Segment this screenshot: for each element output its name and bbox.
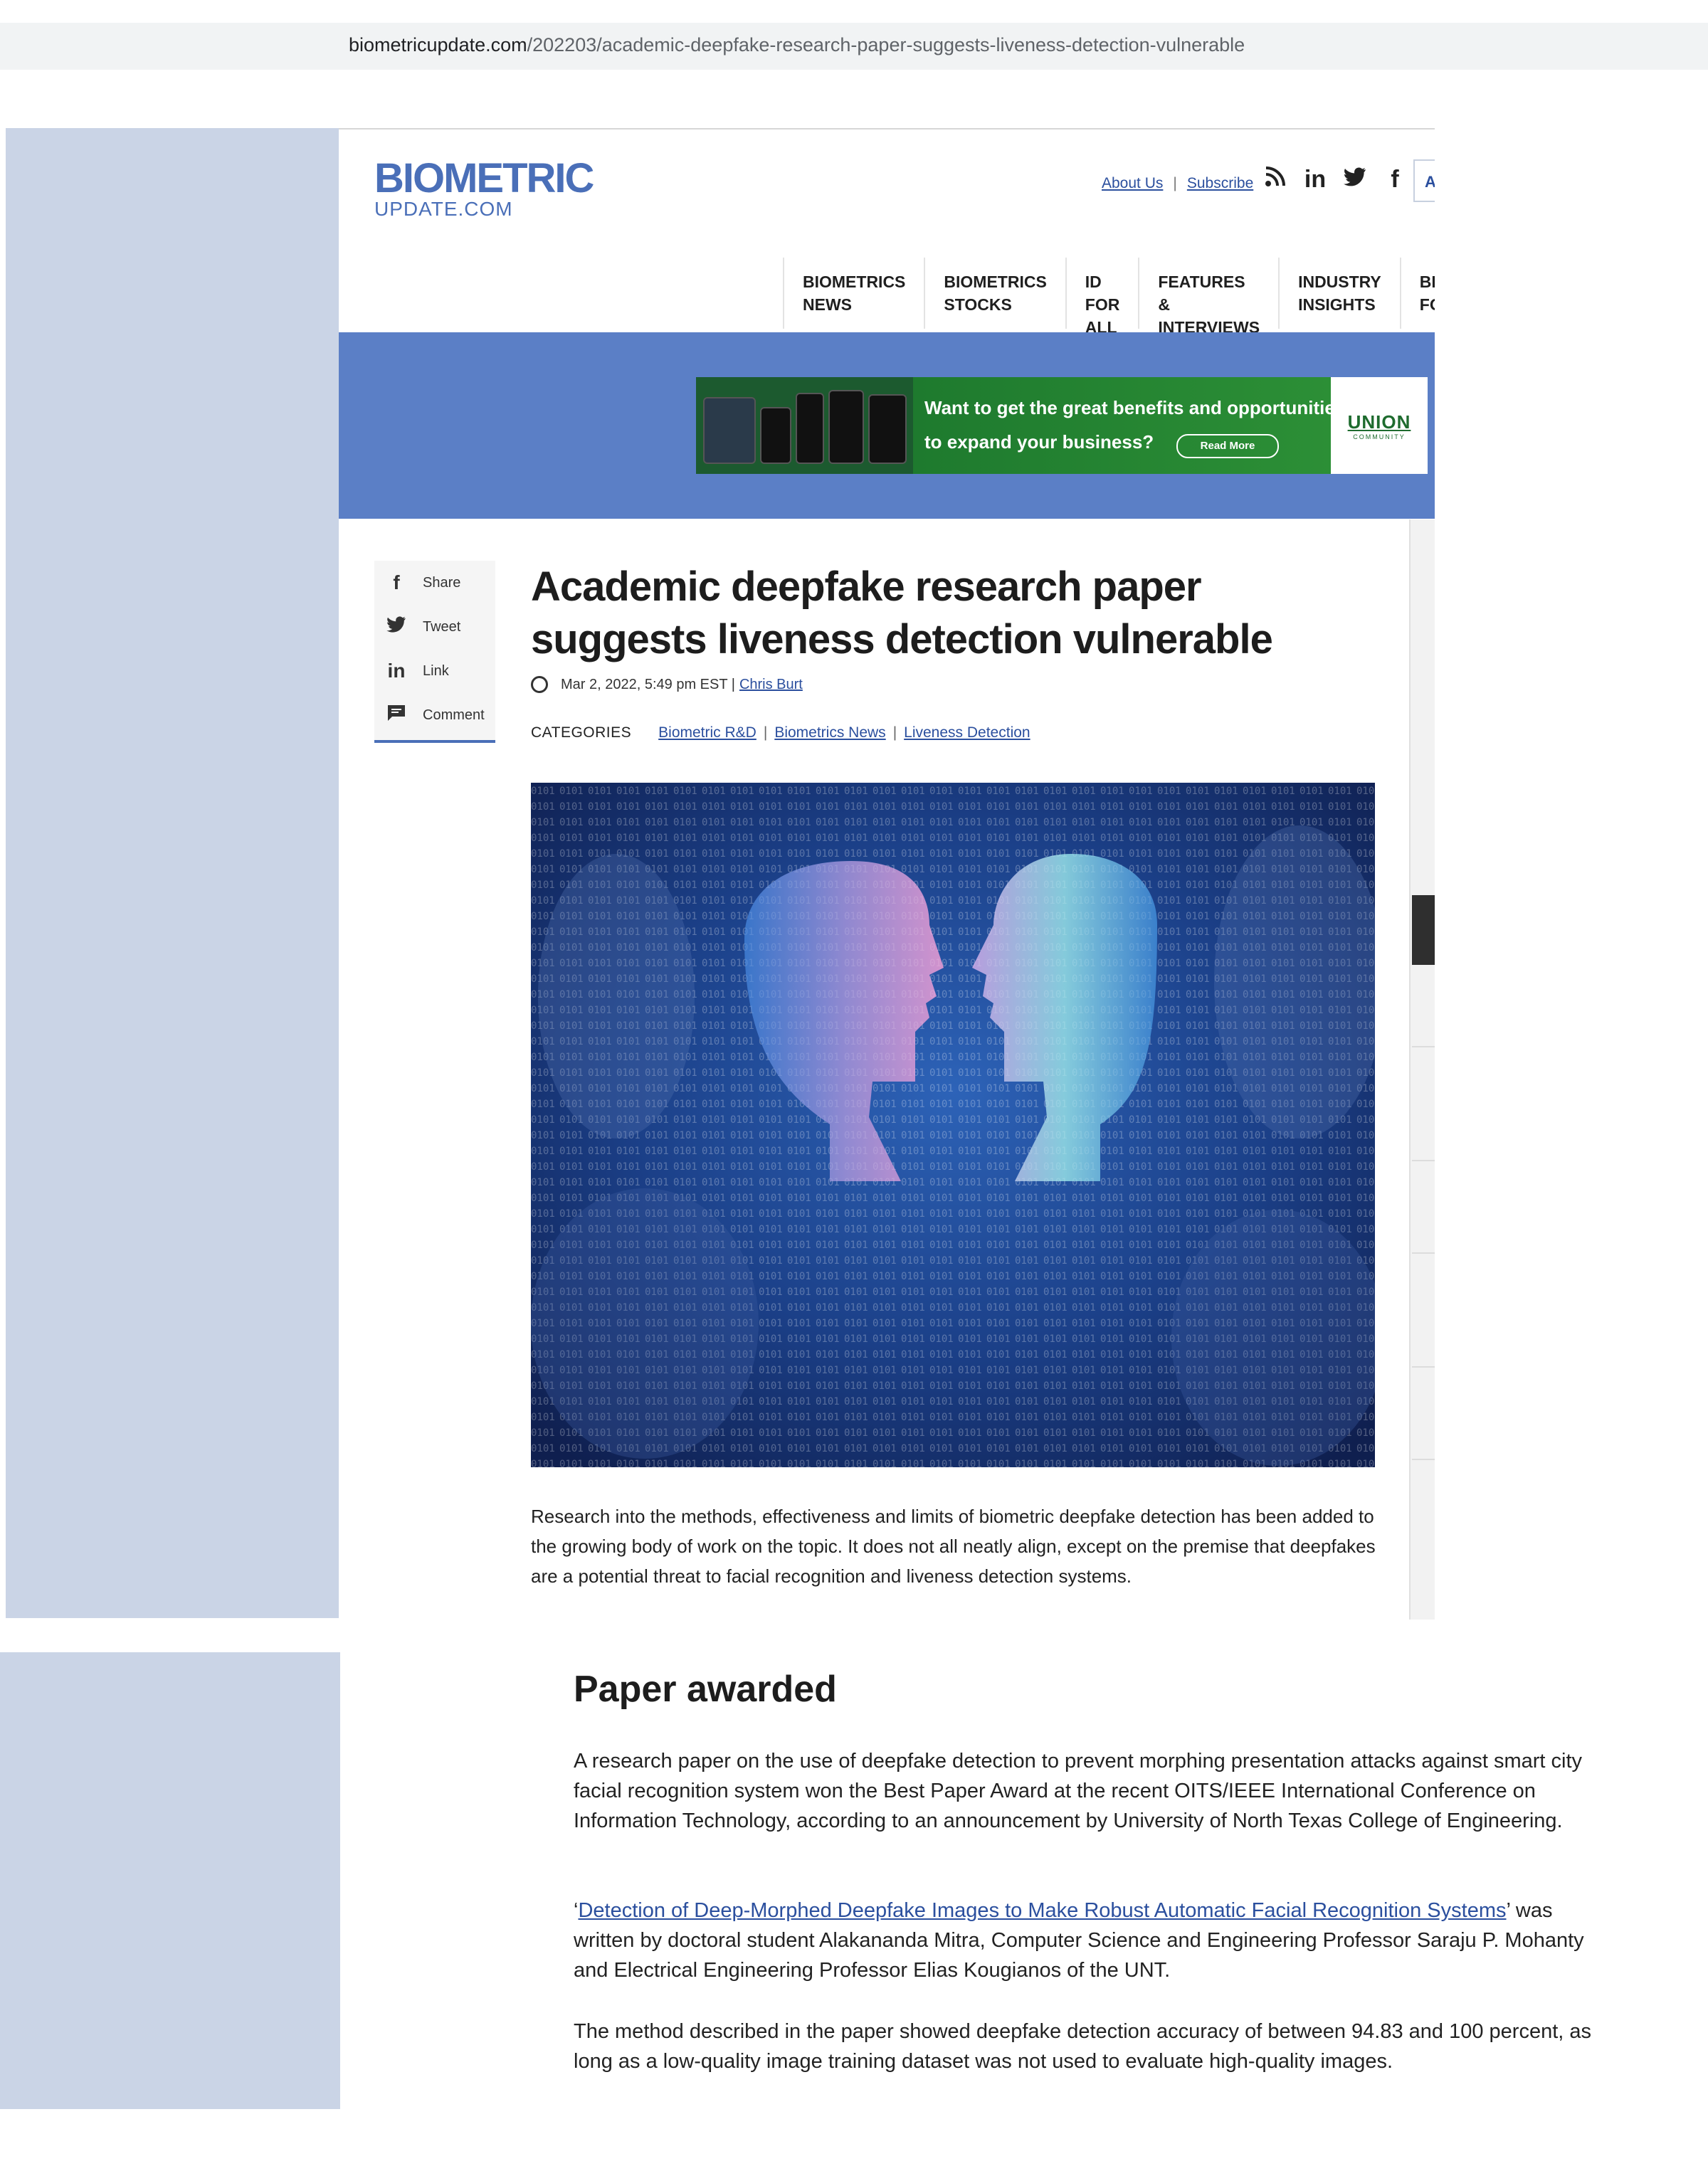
url-path: /202203/academic-deepfake-research-paper… (527, 34, 1245, 56)
header-links: About Us | Subscribe (1102, 175, 1253, 192)
sidebar-divider (1412, 1459, 1435, 1460)
advertisement-banner[interactable]: Want to get the great benefits and oppor… (696, 377, 1428, 474)
article-categories: CATEGORIES Biometric R&D | Biometrics Ne… (531, 724, 1030, 741)
website-frame: BIOMETRIC UPDATE.COM About Us | Subscrib… (339, 128, 1435, 1620)
link-separator: | (1173, 175, 1177, 191)
nav-id-for-all[interactable]: ID FOR ALL (1065, 258, 1139, 337)
logo-line1: BIOMETRIC (374, 155, 594, 201)
social-icons: in f (1264, 165, 1406, 194)
site-logo[interactable]: BIOMETRIC UPDATE.COM (374, 155, 594, 220)
ad-line2: to expand your business? (924, 431, 1154, 453)
paper-title-link[interactable]: Detection of Deep-Morphed Deepfake Image… (578, 1899, 1506, 1922)
category-separator: | (763, 724, 768, 741)
article-title: Academic deepfake research paper suggest… (531, 564, 1273, 662)
share-linkedin[interactable]: in Link (374, 649, 495, 693)
url-text[interactable]: biometricupdate.com/202203/academic-deep… (349, 34, 1245, 56)
sidebar-divider (1412, 1160, 1435, 1161)
url-host: biometricupdate.com (349, 34, 527, 56)
article-lead-paragraph: Research into the methods, effectiveness… (531, 1506, 1376, 1587)
share-box: f Share Tweet in Link Comment (374, 561, 495, 743)
twitter-icon (384, 616, 408, 638)
linkedin-icon: in (387, 660, 406, 682)
section-heading: Paper awarded (574, 1669, 837, 1710)
left-background-panel (6, 128, 339, 1618)
comment-icon (384, 704, 408, 727)
ad-device-image (696, 377, 913, 474)
article-date: Mar 2, 2022, 5:49 pm EST | (561, 676, 735, 692)
article-paragraph: The method described in the paper showed… (574, 2020, 1592, 2073)
nav-biometrics-stocks[interactable]: BIOMETRICS STOCKS (924, 258, 1065, 329)
link-label: Link (423, 662, 449, 679)
nav-industry-insights[interactable]: INDUSTRY INSIGHTS (1278, 258, 1400, 329)
nav-features-interviews[interactable]: FEATURES & INTERVIEWS (1138, 258, 1278, 337)
category-link[interactable]: Liveness Detection (904, 724, 1030, 741)
tweet-label: Tweet (423, 618, 461, 635)
article-paragraph: ‘Detection of Deep-Morphed Deepfake Imag… (574, 1896, 1598, 1985)
nav-brand-focus[interactable]: BRAND FOCUS (1399, 258, 1435, 329)
logo-line2: UPDATE.COM (374, 198, 513, 220)
sidebar-divider (1412, 1046, 1435, 1047)
search-box-partial[interactable]: A (1413, 159, 1435, 202)
share-comment[interactable]: Comment (374, 693, 495, 737)
sidebar-divider (1412, 1366, 1435, 1368)
ad-read-more-button[interactable]: Read More (1176, 434, 1279, 458)
sidebar-dark-block (1412, 895, 1435, 965)
categories-label: CATEGORIES (531, 724, 632, 741)
rss-icon[interactable] (1264, 165, 1287, 194)
ad-line1: Want to get the great benefits and oppor… (924, 397, 1346, 418)
twitter-icon[interactable] (1344, 165, 1366, 194)
ad-brand-name: UNION (1347, 411, 1411, 433)
ad-brand-sub: COMMUNITY (1353, 433, 1406, 440)
nav-biometrics-news[interactable]: BIOMETRICS NEWS (783, 258, 924, 329)
linkedin-icon[interactable]: in (1304, 165, 1327, 194)
category-link[interactable]: Biometrics News (774, 724, 885, 741)
facebook-icon: f (393, 571, 400, 593)
main-nav: BIOMETRICS NEWS BIOMETRICS STOCKS ID FOR… (783, 258, 1435, 337)
category-link[interactable]: Biometric R&D (658, 724, 757, 741)
article-hero-image: 0101 (531, 783, 1375, 1467)
sidebar-divider (1412, 1252, 1435, 1254)
clock-icon (531, 676, 548, 693)
article-paragraph: A research paper on the use of deepfake … (574, 1750, 1583, 1832)
share-twitter[interactable]: Tweet (374, 605, 495, 649)
author-link[interactable]: Chris Burt (739, 677, 803, 693)
comment-label: Comment (423, 707, 485, 723)
share-label: Share (423, 574, 461, 591)
category-separator: | (892, 724, 897, 741)
about-us-link[interactable]: About Us (1102, 175, 1163, 192)
ad-brand-logo: UNION COMMUNITY (1331, 377, 1428, 474)
ad-message: Want to get the great benefits and oppor… (913, 377, 1345, 474)
article-meta: Mar 2, 2022, 5:49 pm EST | Chris Burt (531, 676, 803, 693)
right-sidebar-strip (1409, 519, 1435, 1620)
subscribe-link[interactable]: Subscribe (1187, 175, 1253, 192)
share-facebook[interactable]: f Share (374, 561, 495, 605)
facebook-icon[interactable]: f (1383, 165, 1406, 194)
left-background-panel-lower (0, 1652, 340, 2109)
